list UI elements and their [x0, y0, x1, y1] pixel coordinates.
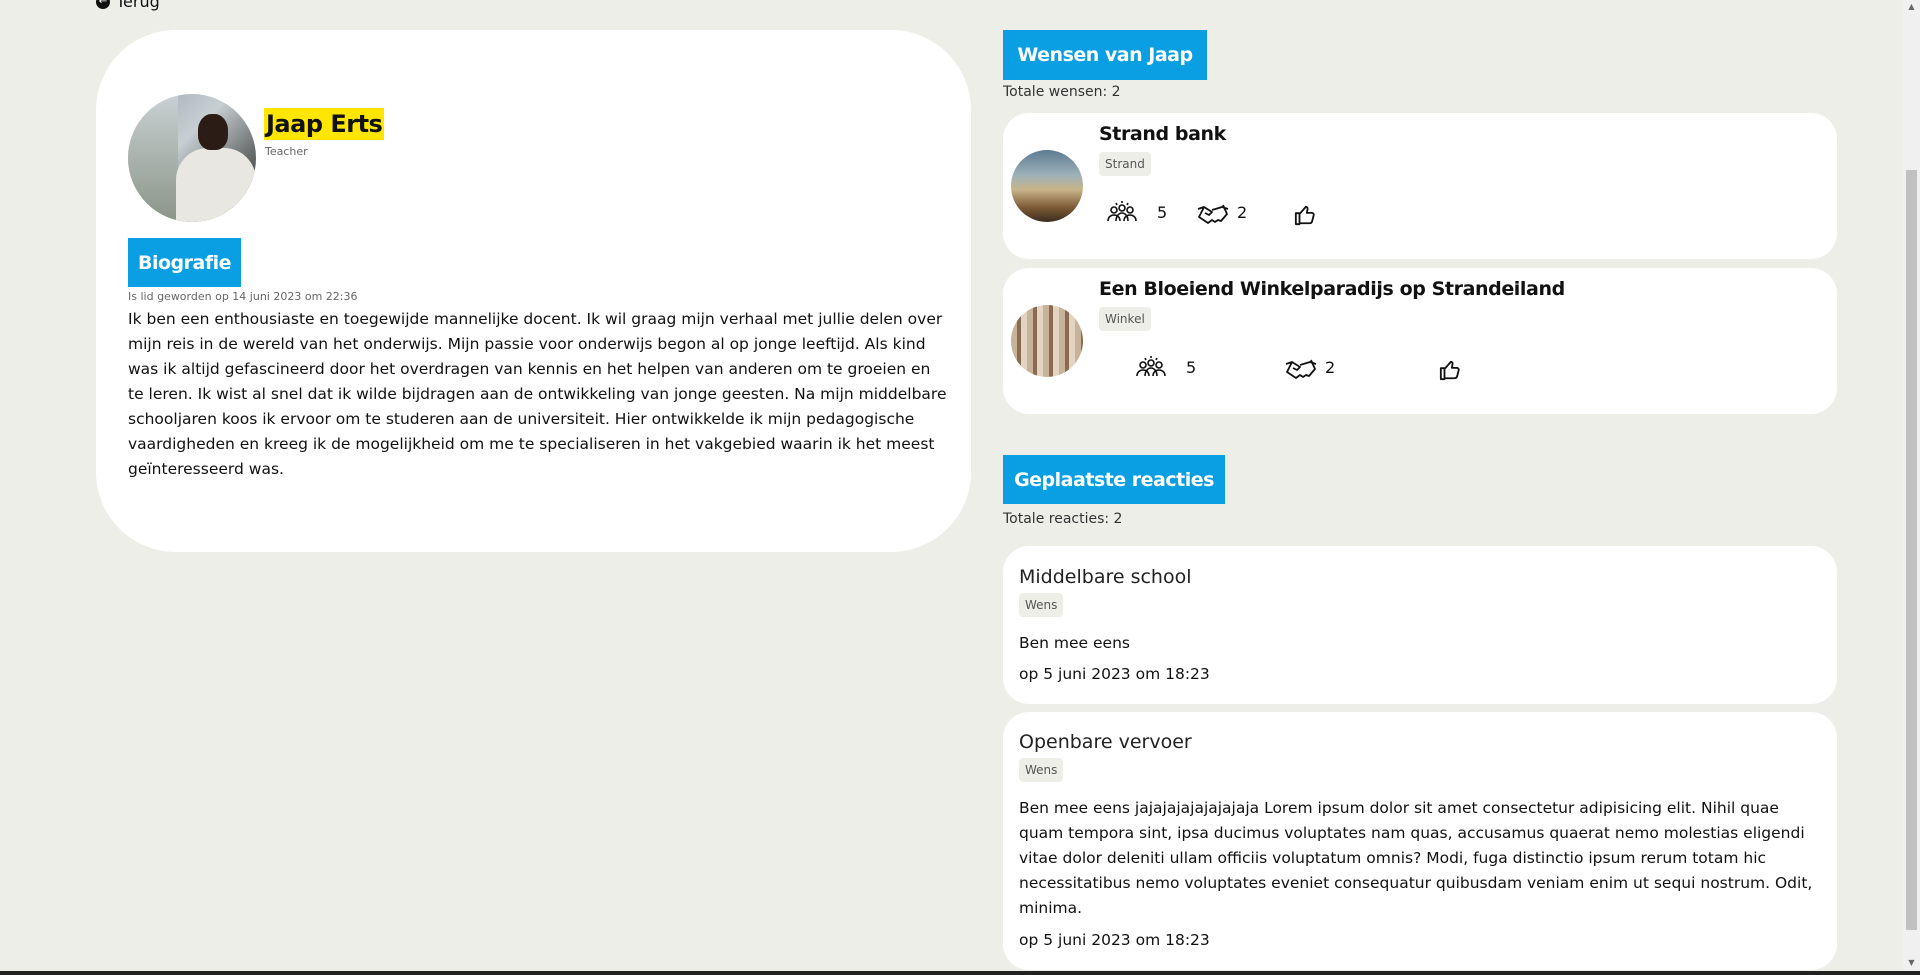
- comments-heading: Geplaatste reacties: [1003, 455, 1225, 504]
- wish-title: Strand bank: [1099, 123, 1226, 145]
- wishes-heading: Wensen van Jaap: [1003, 30, 1207, 80]
- thumbs-up-icon[interactable]: [1294, 204, 1316, 226]
- back-label: Terug: [116, 0, 160, 11]
- scroll-down-icon[interactable]: ▼: [1906, 958, 1917, 968]
- profile-name: Jaap Erts: [264, 108, 385, 140]
- back-link[interactable]: ← Terug: [96, 0, 160, 11]
- comment-body: Ben mee eens: [1019, 634, 1130, 652]
- comment-tag: Wens: [1019, 593, 1064, 617]
- wish-thumbnail: [1011, 305, 1083, 377]
- bio-heading: Biografie: [128, 238, 241, 287]
- scroll-up-icon[interactable]: ▲: [1906, 2, 1917, 12]
- wish-tag: Winkel: [1099, 307, 1151, 331]
- wishes-total: Totale wensen: 2: [1003, 84, 1121, 100]
- people-group-icon: [1136, 356, 1166, 377]
- arrow-left-circle-icon: ←: [96, 0, 110, 9]
- comment-title: Middelbare school: [1019, 566, 1192, 588]
- wish-thumbnail: [1011, 150, 1083, 222]
- comment-body: Ben mee eens jajajajajajajajaja Lorem ip…: [1019, 799, 1813, 917]
- thumbs-up-icon[interactable]: [1439, 359, 1461, 381]
- comment-date: op 5 juni 2023 om 18:23: [1019, 665, 1210, 683]
- handshake-icon: [1197, 204, 1229, 224]
- comments-total: Totale reacties: 2: [1003, 511, 1123, 527]
- people-group-icon: [1107, 201, 1137, 222]
- comment-card: Middelbare school Wens Ben mee eens op 5…: [1003, 546, 1837, 704]
- comment-tag: Wens: [1019, 758, 1064, 782]
- member-since: Is lid geworden op 14 juni 2023 om 22:36: [128, 290, 358, 303]
- partners-count: 2: [1237, 203, 1248, 222]
- profile-card: Jaap Erts Teacher Biografie Is lid gewor…: [96, 30, 971, 552]
- wish-tag: Strand: [1099, 152, 1151, 176]
- partners-count: 2: [1325, 358, 1336, 377]
- wish-card[interactable]: Strand bank Strand 5 2: [1003, 113, 1837, 259]
- comment-card: Openbare vervoer Wens Ben mee eens jajaj…: [1003, 712, 1837, 970]
- scrollbar-thumb[interactable]: [1906, 170, 1917, 930]
- avatar: [128, 94, 256, 222]
- handshake-icon: [1285, 359, 1317, 379]
- comment-title: Openbare vervoer: [1019, 731, 1192, 753]
- bio-text: Ik ben een enthousiaste en toegewijde ma…: [128, 310, 947, 478]
- wish-title: Een Bloeiend Winkelparadijs op Strandeil…: [1099, 278, 1565, 300]
- bottom-edge: [0, 971, 1920, 975]
- comment-date: op 5 juni 2023 om 18:23: [1019, 931, 1210, 949]
- supporters-count: 5: [1186, 358, 1197, 377]
- wish-card[interactable]: Een Bloeiend Winkelparadijs op Strandeil…: [1003, 268, 1837, 414]
- supporters-count: 5: [1157, 203, 1168, 222]
- profile-role: Teacher: [265, 145, 308, 158]
